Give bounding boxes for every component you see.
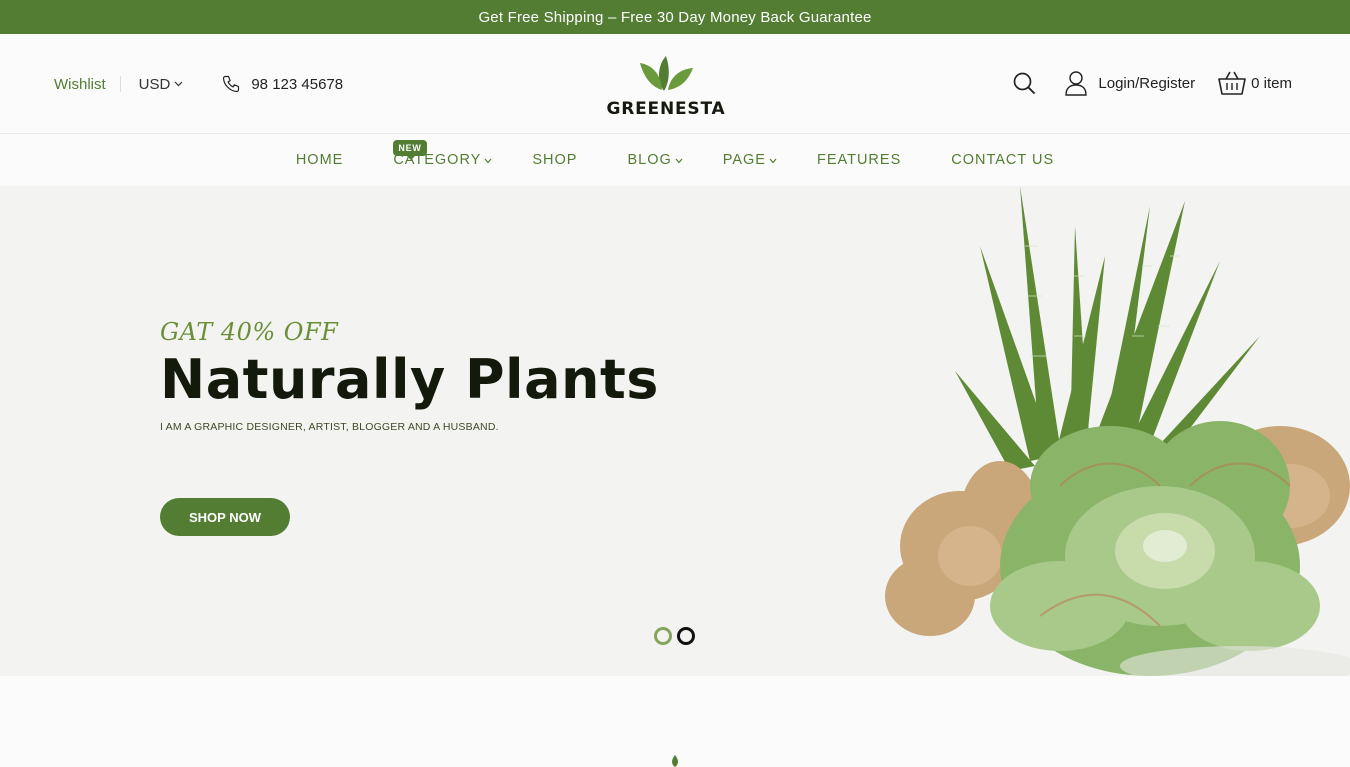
wishlist-link[interactable]: Wishlist: [54, 76, 106, 93]
divider: [119, 76, 121, 92]
nav-label: CONTACT US: [951, 152, 1055, 168]
new-badge: NEW: [393, 140, 427, 160]
site-logo[interactable]: GREENESTA: [604, 50, 728, 119]
chevron-down-icon: [675, 158, 683, 163]
site-header: Wishlist USD 98 123 45678 GREENESTA Logi…: [0, 34, 1350, 134]
succulent-plant-image: [885, 186, 1350, 676]
hero-text-block: GAT 40% OFF Naturally Plants I AM A GRAP…: [160, 318, 659, 433]
promo-tagline: GAT 40% OFF: [160, 318, 339, 346]
hero-title: Naturally Plants: [160, 348, 659, 411]
nav-label: HOME: [295, 152, 344, 168]
nav-item-features[interactable]: FEATURES: [817, 152, 901, 168]
nav-item-shop[interactable]: SHOP: [532, 152, 577, 168]
user-icon: [1065, 71, 1088, 96]
logo-text: GREENESTA: [606, 99, 726, 119]
nav-item-contact-us[interactable]: CONTACT US: [951, 152, 1054, 168]
shop-now-button[interactable]: SHOP NOW: [160, 498, 290, 536]
nav-label: FEATURES: [816, 152, 902, 168]
leaf-divider-icon: [672, 755, 678, 767]
nav-label: SHOP: [532, 152, 578, 168]
leaf-logo-icon: [640, 56, 693, 91]
nav-label: BLOG: [627, 152, 672, 168]
currency-selector[interactable]: USD: [139, 76, 184, 93]
cart-button[interactable]: 0 item: [1217, 70, 1292, 96]
hero-slider: GAT 40% OFF Naturally Plants I AM A GRAP…: [0, 186, 1350, 676]
hero-subtitle: I AM A GRAPHIC DESIGNER, ARTIST, BLOGGER…: [160, 421, 499, 434]
login-label: Login/Register: [1098, 74, 1196, 92]
announcement-text: Get Free Shipping – Free 30 Day Money Ba…: [478, 8, 872, 26]
login-register-link[interactable]: Login/Register: [1064, 70, 1195, 96]
nav-item-page[interactable]: PAGE: [723, 152, 777, 168]
phone-icon: [223, 75, 240, 93]
slider-dot-2[interactable]: [677, 627, 695, 645]
main-navigation: HOME NEW CATEGORY SHOP BLOG PAGE FEATURE…: [0, 135, 1350, 185]
header-right: Login/Register 0 item: [1012, 70, 1292, 96]
currency-label: USD: [138, 75, 171, 93]
top-announcement-bar: Get Free Shipping – Free 30 Day Money Ba…: [0, 0, 1350, 34]
phone-contact[interactable]: 98 123 45678: [221, 74, 343, 94]
search-icon[interactable]: [1012, 71, 1036, 95]
cart-count: 0 item: [1251, 74, 1292, 92]
nav-item-category[interactable]: NEW CATEGORY: [393, 140, 492, 168]
slider-dot-1[interactable]: [654, 627, 672, 645]
nav-item-blog[interactable]: BLOG: [627, 152, 683, 168]
slider-pagination: [654, 627, 695, 645]
header-left: Wishlist USD 98 123 45678: [54, 74, 343, 94]
chevron-down-icon: [484, 158, 492, 163]
chevron-down-icon: [769, 158, 777, 163]
phone-number: 98 123 45678: [251, 75, 344, 93]
nav-label: PAGE: [722, 152, 766, 168]
basket-icon: [1218, 71, 1246, 95]
nav-item-home[interactable]: HOME: [296, 152, 344, 168]
chevron-down-icon: [174, 81, 183, 87]
